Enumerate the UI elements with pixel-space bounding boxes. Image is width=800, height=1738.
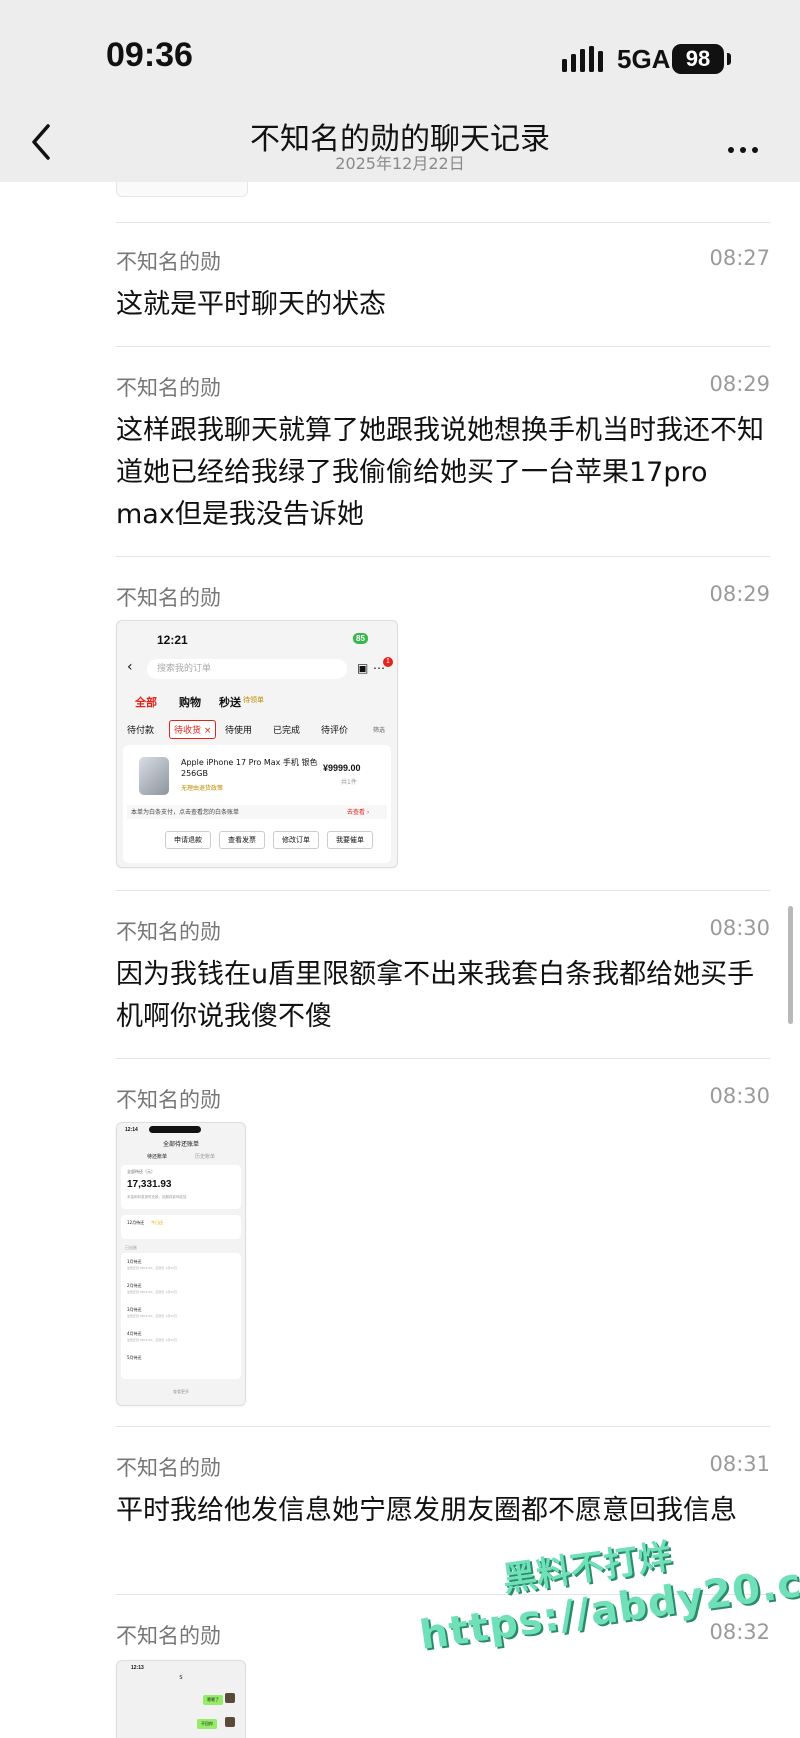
page-date: 2025年12月22日 (335, 154, 465, 173)
shot-action: 申请退款 (165, 831, 211, 849)
scrollbar[interactable] (788, 906, 793, 1024)
shot-tab-badge: 待领单 (243, 696, 264, 704)
sender-name: 不知名的勋 (116, 920, 221, 944)
bill-shot-section-label: 已出账 (125, 1245, 137, 1250)
sender-name: 不知名的勋 (116, 1456, 221, 1480)
divider (116, 556, 770, 557)
shot-action: 我要催单 (327, 831, 373, 849)
message-item: 不知名的勋 08:29 这样跟我聊天就算了她跟我说她想换手机当时我还不知道她已经… (116, 372, 770, 542)
shot-filter-row: 待付款 待收货 × 待使用 已完成 待评价 筛选 (117, 719, 397, 741)
divider (116, 1058, 770, 1059)
message-text: 这样跟我聊天就算了她跟我说她想换手机当时我还不知道她已经给我绿了我偷偷给她买了一… (116, 415, 764, 530)
chat-shot-avatar (225, 1693, 235, 1703)
shot-quantity: 共1件 (341, 779, 357, 786)
bill-shot-island (149, 1126, 201, 1133)
status-bar: 09:36 5GA 98 (0, 0, 800, 100)
bill-shot-time: 12:14 (125, 1127, 138, 1133)
message-text: 平时我给他发信息她宁愿发朋友圈都不愿意回我信息 (116, 1495, 737, 1526)
order-screenshot-image[interactable]: 12:21 85 ‹ 搜索我的订单 ▣ ⋯ 1 全部 购物 秒送 待领单 待付款… (116, 620, 398, 868)
signal-icon (562, 46, 603, 72)
message-time: 08:30 (709, 1084, 770, 1108)
shot-tab: 秒送 (219, 696, 241, 709)
more-options-icon[interactable] (728, 138, 764, 157)
shot-product-tag: 无理由退货政策 (181, 785, 224, 792)
chat-history-feed[interactable]: 不知名的勋 08:27 这就是平时聊天的状态 不知名的勋 08:29 这样跟我聊… (0, 182, 800, 1738)
shot-phone-thumbnail (139, 757, 169, 795)
shot-tab: 购物 (179, 696, 201, 709)
shot-note-link: 去查看 › (347, 809, 370, 816)
message-time: 08:30 (709, 916, 770, 940)
shot-battery: 85 (353, 633, 368, 644)
shot-price: ¥9999.00 (323, 763, 361, 773)
bill-shot-list: 1月待还 最低还款 ¥871.00，还款日 1月22日 2月待还 最低还款 ¥8… (121, 1253, 241, 1379)
message-item: 不知名的勋 08:30 因为我钱在u盾里限额拿不出来我套白条我都给她买手机啊你说… (116, 916, 770, 1046)
status-time: 09:36 (106, 36, 193, 74)
chat-shot-bubble: 嗯嗯了 (203, 1695, 223, 1705)
divider (116, 346, 770, 347)
bill-shot-title: 全部待还账单 (162, 1141, 199, 1148)
shot-gift-icon: ▣ (357, 661, 369, 675)
chat-shot-avatar (225, 1717, 235, 1727)
sender-name: 不知名的勋 (116, 1088, 221, 1112)
message-time: 08:27 (709, 246, 770, 270)
shot-search: 搜索我的订单 (147, 659, 347, 679)
message-time: 08:29 (709, 372, 770, 396)
bill-shot-amount-card: 全部待还（元） 17,331.93 本金和利息按时还款，逾期将影响征信 (121, 1165, 241, 1209)
message-time: 08:32 (709, 1620, 770, 1644)
bill-screenshot-image[interactable]: 12:14 全部待还账单 待还账单 历史账单 全部待还（元） 17,331.93… (116, 1122, 246, 1406)
divider (116, 1594, 770, 1595)
message-item: 不知名的勋 08:32 12:13 S 嗯嗯了 不回你 回你 (116, 1620, 770, 1738)
message-time: 08:29 (709, 582, 770, 606)
bill-shot-section: 12月待还 今日还 (121, 1215, 241, 1239)
sender-name: 不知名的勋 (116, 250, 221, 274)
message-item: 不知名的勋 08:30 12:14 全部待还账单 待还账单 历史账单 全部待还（… (116, 1084, 770, 1406)
battery-icon (727, 53, 731, 65)
shot-back-icon: ‹ (127, 659, 133, 675)
divider (116, 222, 770, 223)
message-time: 08:31 (709, 1452, 770, 1476)
message-item: 不知名的勋 08:29 12:21 85 ‹ 搜索我的订单 ▣ ⋯ 1 全部 购… (116, 582, 770, 868)
message-text: 因为我钱在u盾里限额拿不出来我套白条我都给她买手机啊你说我傻不傻 (116, 959, 755, 1032)
sender-name: 不知名的勋 (116, 376, 221, 400)
nav-bar: 不知名的勋的聊天记录 2025年12月22日 (0, 100, 800, 182)
previous-image-thumbnail[interactable] (116, 182, 248, 197)
message-text: 这就是平时聊天的状态 (116, 289, 386, 320)
battery-level: 98 (672, 44, 724, 74)
network-type: 5GA (617, 44, 671, 74)
chat-shot-header: S (179, 1675, 183, 1681)
sender-name: 不知名的勋 (116, 586, 221, 610)
message-item: 不知名的勋 08:31 平时我给他发信息她宁愿发朋友圈都不愿意回我信息 (116, 1452, 770, 1582)
message-item: 不知名的勋 08:27 这就是平时聊天的状态 (116, 246, 770, 326)
shot-product-name: Apple iPhone 17 Pro Max 手机 银色 256GB (181, 758, 318, 778)
divider (116, 890, 770, 891)
divider (116, 1426, 770, 1427)
chat-shot-bubble: 不回你 (197, 1719, 217, 1729)
bill-shot-footer: 查看更多 (173, 1389, 189, 1394)
shot-tab: 全部 (135, 696, 157, 709)
shot-time: 12:21 (157, 633, 188, 647)
shot-action: 修改订单 (273, 831, 319, 849)
shot-action: 查看发票 (219, 831, 265, 849)
shot-order-card: Apple iPhone 17 Pro Max 手机 银色 256GB 无理由退… (123, 745, 391, 863)
bill-shot-tab: 待还账单 (147, 1154, 168, 1160)
shot-notify-badge: 1 (383, 657, 393, 667)
sender-name: 不知名的勋 (116, 1624, 221, 1648)
chat-screenshot-image[interactable]: 12:13 S 嗯嗯了 不回你 回你 (116, 1660, 246, 1738)
chat-shot-time: 12:13 (131, 1665, 144, 1671)
bill-shot-tab: 历史账单 (195, 1154, 216, 1160)
shot-note: 本单为白条支付，点击查看您的白条账单 (131, 809, 240, 816)
